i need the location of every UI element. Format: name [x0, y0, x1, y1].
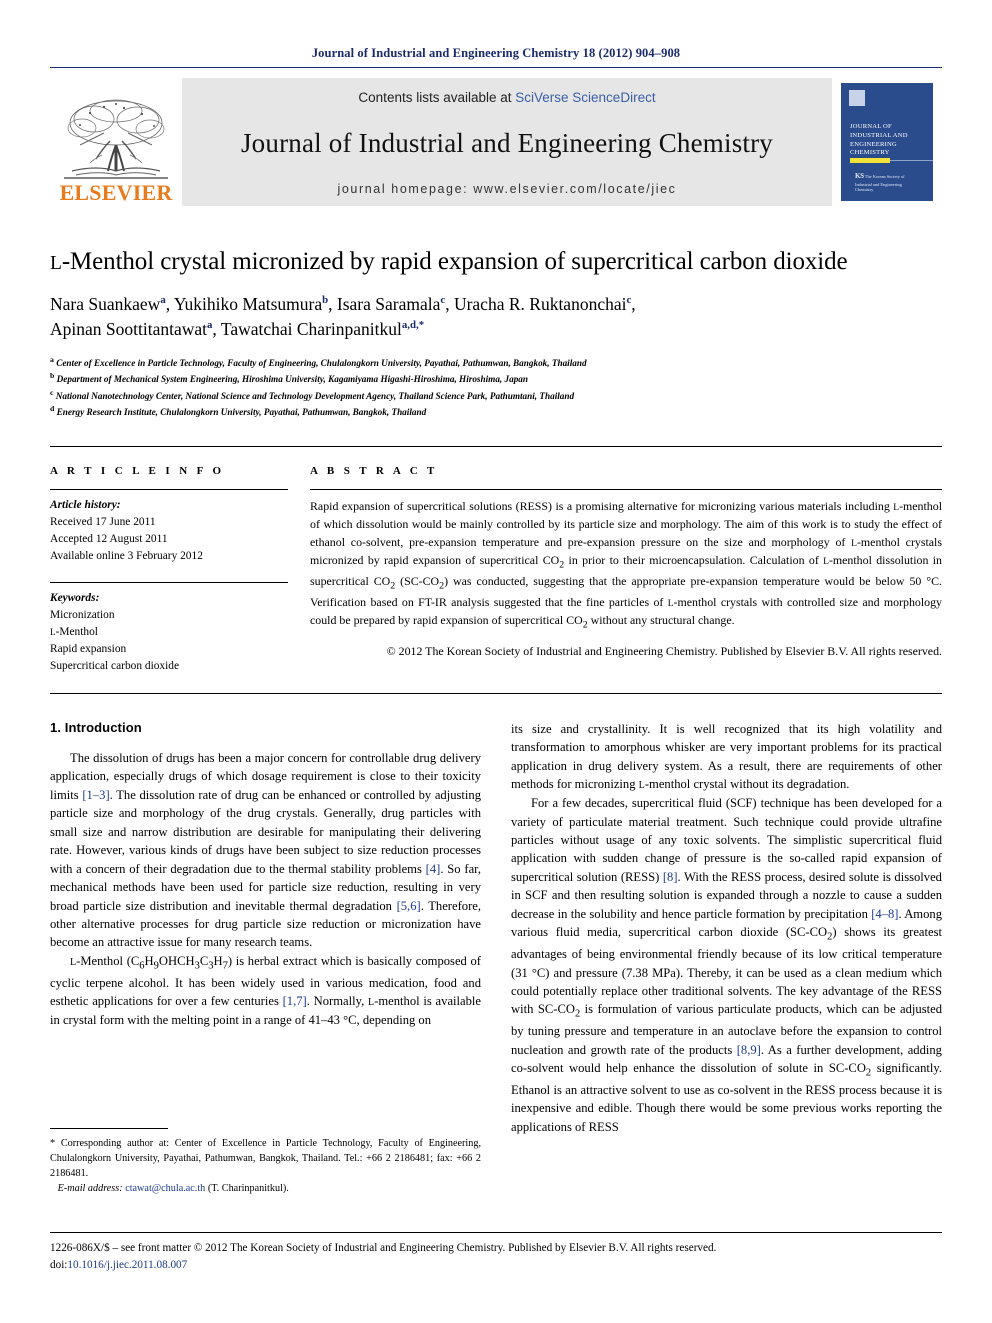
- article-history-group: Article history: Received 17 June 2011 A…: [50, 490, 288, 565]
- affiliation-mark: a: [50, 354, 54, 364]
- doi-line: doi:10.1016/j.jiec.2011.08.007: [50, 1257, 942, 1274]
- affiliation-item: b Department of Mechanical System Engine…: [50, 370, 942, 387]
- cover-yellow-bar: [850, 158, 890, 163]
- affiliation-item: a Center of Excellence in Particle Techn…: [50, 354, 942, 371]
- abstract-copyright: © 2012 The Korean Society of Industrial …: [386, 644, 942, 659]
- paragraph: The dissolution of drugs has been a majo…: [50, 751, 482, 950]
- keyword-item: Micronization: [50, 608, 115, 621]
- body-columns: 1. Introduction The dissolution of drugs…: [50, 720, 942, 1136]
- author-item[interactable]: Nara Suankaewa: [50, 294, 166, 314]
- affiliation-text: Department of Mechanical System Engineer…: [56, 374, 528, 385]
- article-history-label: Article history:: [50, 499, 121, 512]
- keyword-item: Rapid expansion: [50, 642, 127, 655]
- sciencedirect-link[interactable]: SciVerse ScienceDirect: [515, 90, 655, 105]
- body-column-right: its size and crystallinity. It is well r…: [511, 720, 942, 1136]
- author-item[interactable]: Uracha R. Ruktanonchaic: [454, 294, 631, 314]
- elsevier-logo: ELSEVIER: [50, 78, 182, 206]
- article-page: Journal of Industrial and Engineering Ch…: [0, 0, 992, 1323]
- abstract-column: A B S T R A C T Rapid expansion of super…: [310, 465, 942, 675]
- article-info-heading: A R T I C L E I N F O: [50, 465, 225, 478]
- footnote-corresponding: * Corresponding author at: Center of Exc…: [50, 1138, 481, 1180]
- header-rule: [50, 67, 942, 68]
- journal-title: Journal of Industrial and Engineering Ch…: [240, 128, 774, 158]
- section-heading-introduction: 1. Introduction: [50, 720, 142, 736]
- journal-banner: ELSEVIER Contents lists available at Sci…: [50, 78, 942, 206]
- cover-divider: [890, 160, 933, 161]
- email-link[interactable]: ctawat@chula.ac.th: [125, 1183, 205, 1194]
- history-received: Received 17 June 2011: [50, 516, 156, 529]
- citation-link[interactable]: [1,7]: [283, 994, 307, 1008]
- author-item[interactable]: Tawatchai Charinpanitkula,d,*: [221, 319, 424, 339]
- doi-label: doi:: [50, 1258, 68, 1271]
- author-item[interactable]: Yukihiko Matsumurab: [174, 294, 328, 314]
- email-label: E-mail address:: [57, 1183, 123, 1195]
- citation-link[interactable]: [1–3]: [82, 788, 109, 802]
- affiliation-text: Energy Research Institute, Chulalongkorn…: [56, 407, 427, 418]
- elsevier-wordmark: ELSEVIER: [59, 180, 173, 205]
- title-smallcap-l: L: [50, 253, 62, 274]
- journal-cover-thumbnail: JOURNAL OF INDUSTRIAL AND ENGINEERING CH…: [832, 78, 942, 206]
- author-item[interactable]: Isara Saramalac: [337, 294, 445, 314]
- doi-link[interactable]: 10.1016/j.jiec.2011.08.007: [67, 1259, 187, 1271]
- front-matter-line: 1226-086X/$ – see front matter © 2012 Th…: [50, 1242, 717, 1254]
- page-title: L-Menthol crystal micronized by rapid ex…: [50, 248, 942, 276]
- info-abstract-section: A R T I C L E I N F O Article history: R…: [50, 446, 942, 675]
- author-item[interactable]: Apinan Soottitantawata: [50, 319, 212, 339]
- front-matter-rule: [50, 1232, 942, 1233]
- footnote-rule: [50, 1128, 168, 1129]
- affiliation-text: National Nanotechnology Center, National…: [55, 390, 575, 401]
- citation-link[interactable]: [4–8]: [871, 907, 898, 921]
- keyword-item: L-Menthol: [50, 625, 98, 638]
- title-block: L-Menthol crystal micronized by rapid ex…: [50, 248, 942, 420]
- affiliation-mark: b: [50, 371, 55, 381]
- abstract-heading: A B S T R A C T: [310, 465, 438, 478]
- cover-title: JOURNAL OF INDUSTRIAL AND ENGINEERING CH…: [850, 123, 908, 157]
- history-accepted: Accepted 12 August 2011: [50, 533, 168, 546]
- footnote-text: * Corresponding author at: Center of Exc…: [50, 1136, 481, 1196]
- contents-prefix: Contents lists available at: [358, 90, 516, 105]
- citation-link[interactable]: [5,6]: [397, 899, 421, 913]
- cover-society-line: KS The Korean Society of Industrial and …: [855, 172, 905, 193]
- running-head: Journal of Industrial and Engineering Ch…: [311, 46, 681, 60]
- cover-elsevier-icon: [849, 90, 865, 106]
- affiliation-mark: c: [50, 387, 54, 397]
- paragraph: L-Menthol (C6H9OHCH3C3H7) is herbal extr…: [50, 953, 482, 1027]
- affiliation-list: a Center of Excellence in Particle Techn…: [50, 354, 942, 420]
- article-info-column: A R T I C L E I N F O Article history: R…: [50, 465, 288, 675]
- affiliation-item: d Energy Research Institute, Chulalongko…: [50, 403, 942, 420]
- citation-link[interactable]: [8,9]: [737, 1043, 761, 1057]
- affiliation-item: c National Nanotechnology Center, Nation…: [50, 387, 942, 404]
- banner-center: Contents lists available at SciVerse Sci…: [182, 78, 832, 206]
- affiliation-text: Center of Excellence in Particle Technol…: [56, 357, 587, 368]
- email-owner: (T. Charinpanitkul).: [207, 1183, 289, 1195]
- keyword-item: Supercritical carbon dioxide: [50, 659, 180, 672]
- keywords-label: Keywords:: [50, 591, 100, 604]
- history-online: Available online 3 February 2012: [50, 550, 203, 563]
- abstract-bottom-rule: [50, 693, 942, 695]
- affiliation-mark: d: [50, 404, 55, 414]
- abstract-body: Rapid expansion of supercritical solutio…: [310, 490, 942, 661]
- citation-link[interactable]: [4]: [426, 862, 441, 876]
- keywords-block: Keywords: Micronization L-Menthol Rapid …: [50, 581, 288, 676]
- paragraph: For a few decades, supercritical fluid (…: [511, 796, 943, 1134]
- author-affil-mark: a,d,*: [401, 319, 425, 332]
- cover-box: JOURNAL OF INDUSTRIAL AND ENGINEERING CH…: [841, 83, 933, 201]
- citation-link[interactable]: [8]: [663, 870, 678, 884]
- elsevier-tree-icon: [64, 99, 168, 179]
- front-matter-block: 1226-086X/$ – see front matter © 2012 Th…: [50, 1232, 942, 1274]
- author-list: Nara Suankaewa, Yukihiko Matsumurab, Isa…: [50, 294, 636, 339]
- corresponding-author-footnote: * Corresponding author at: Center of Exc…: [50, 1128, 481, 1196]
- keywords-group: Keywords: Micronization L-Menthol Rapid …: [50, 583, 288, 676]
- paragraph: its size and crystallinity. It is well r…: [511, 722, 942, 792]
- body-column-left: 1. Introduction The dissolution of drugs…: [50, 720, 481, 1136]
- journal-homepage-link[interactable]: journal homepage: www.elsevier.com/locat…: [337, 182, 676, 196]
- contents-available-line: Contents lists available at SciVerse Sci…: [358, 90, 655, 105]
- title-rest: -Menthol crystal micronized by rapid exp…: [61, 248, 848, 275]
